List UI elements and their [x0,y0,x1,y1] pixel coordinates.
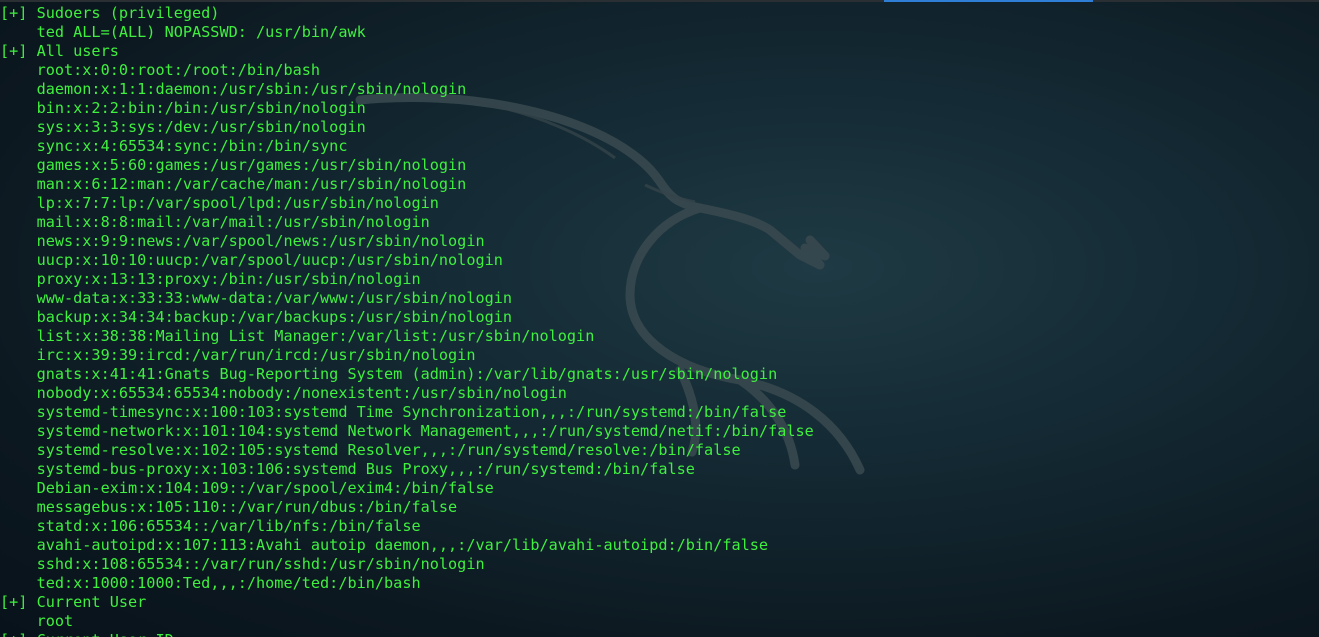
terminal-line: gnats:x:41:41:Gnats Bug-Reporting System… [0,365,778,383]
terminal-line: daemon:x:1:1:daemon:/usr/sbin:/usr/sbin/… [0,80,467,98]
terminal-line: Debian-exim:x:104:109::/var/spool/exim4:… [0,479,494,497]
terminal-line: mail:x:8:8:mail:/var/mail:/usr/sbin/nolo… [0,213,430,231]
terminal-line: systemd-network:x:101:104:systemd Networ… [0,422,814,440]
terminal-line: ted:x:1000:1000:Ted,,,:/home/ted:/bin/ba… [0,574,421,592]
terminal-output[interactable]: [+] Sudoers (privileged) ted ALL=(ALL) N… [0,4,1319,637]
terminal-line: www-data:x:33:33:www-data:/var/www:/usr/… [0,289,513,307]
terminal-line: [+] Current User ID [0,631,1319,637]
terminal-line: root:x:0:0:root:/root:/bin/bash [0,61,321,79]
terminal-line: lp:x:7:7:lp:/var/spool/lpd:/usr/sbin/nol… [0,194,439,212]
terminal-line: sys:x:3:3:sys:/dev:/usr/sbin/nologin [0,118,366,136]
terminal-line: statd:x:106:65534::/var/lib/nfs:/bin/fal… [0,517,421,535]
terminal-line: irc:x:39:39:ircd:/var/run/ircd:/usr/sbin… [0,346,476,364]
terminal-line: news:x:9:9:news:/var/spool/news:/usr/sbi… [0,232,485,250]
terminal-line: root [0,612,74,630]
terminal-line: proxy:x:13:13:proxy:/bin:/usr/sbin/nolog… [0,270,421,288]
terminal-line: bin:x:2:2:bin:/bin:/usr/sbin/nologin [0,99,366,117]
terminal-line: [+] All users [0,42,119,60]
terminal-line: messagebus:x:105:110::/var/run/dbus:/bin… [0,498,458,516]
terminal-line: systemd-resolve:x:102:105:systemd Resolv… [0,441,741,459]
terminal-line: backup:x:34:34:backup:/var/backups:/usr/… [0,308,513,326]
terminal-line: uucp:x:10:10:uucp:/var/spool/uucp:/usr/s… [0,251,503,269]
terminal-line: systemd-bus-proxy:x:103:106:systemd Bus … [0,460,695,478]
terminal-line: avahi-autoipd:x:107:113:Avahi autoip dae… [0,536,769,554]
terminal-line: sync:x:4:65534:sync:/bin:/bin/sync [0,137,348,155]
terminal-line: [+] Current User [0,593,147,611]
terminal-line: sshd:x:108:65534::/var/run/sshd:/usr/sbi… [0,555,485,573]
terminal-line: list:x:38:38:Mailing List Manager:/var/l… [0,327,595,345]
terminal-line: nobody:x:65534:65534:nobody:/nonexistent… [0,384,567,402]
terminal-line: games:x:5:60:games:/usr/games:/usr/sbin/… [0,156,467,174]
terminal-line: systemd-timesync:x:100:103:systemd Time … [0,403,787,421]
terminal-line: man:x:6:12:man:/var/cache/man:/usr/sbin/… [0,175,467,193]
window-top-border [0,0,1319,2]
terminal-line: [+] Sudoers (privileged) [0,4,220,22]
active-tab-indicator [884,0,1093,2]
terminal-line: ted ALL=(ALL) NOPASSWD: /usr/bin/awk [0,23,366,41]
